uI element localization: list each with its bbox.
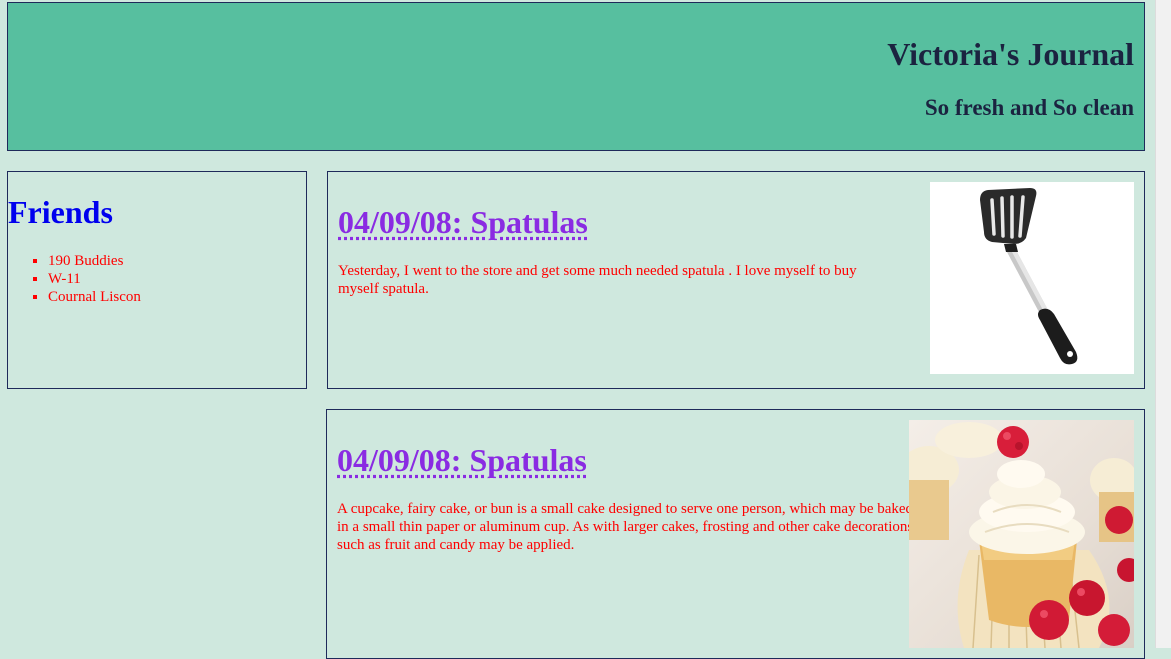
friend-link[interactable]: W-11	[48, 271, 81, 287]
post-body: Yesterday, I went to the store and get s…	[338, 262, 898, 298]
friend-item: 190 Buddies	[48, 252, 141, 270]
cupcake-image	[909, 420, 1134, 648]
site-subtitle: So fresh and So clean	[925, 95, 1134, 121]
friends-list: 190 Buddies W-11 Cournal Liscon	[8, 252, 141, 306]
site-header: Victoria's Journal So fresh and So clean	[7, 2, 1145, 151]
post-title[interactable]: 04/09/08: Spatulas	[338, 204, 588, 241]
post-body: A cupcake, fairy cake, or bun is a small…	[337, 500, 917, 554]
spatula-icon	[930, 182, 1134, 374]
friend-link[interactable]: 190 Buddies	[48, 253, 123, 269]
post-title[interactable]: 04/09/08: Spatulas	[337, 442, 587, 479]
friend-item: Cournal Liscon	[48, 288, 141, 306]
friend-item: W-11	[48, 270, 141, 288]
friends-sidebar: Friends 190 Buddies W-11 Cournal Liscon	[7, 171, 307, 389]
journal-post: 04/09/08: Spatulas Yesterday, I went to …	[327, 171, 1145, 389]
friends-heading: Friends	[8, 194, 113, 231]
vertical-scrollbar[interactable]	[1155, 0, 1171, 648]
journal-post: 04/09/08: Spatulas A cupcake, fairy cake…	[326, 409, 1145, 659]
spatula-image	[930, 182, 1134, 374]
cupcake-icon	[909, 420, 1134, 648]
friend-link[interactable]: Cournal Liscon	[48, 289, 141, 305]
site-title: Victoria's Journal	[887, 36, 1134, 73]
